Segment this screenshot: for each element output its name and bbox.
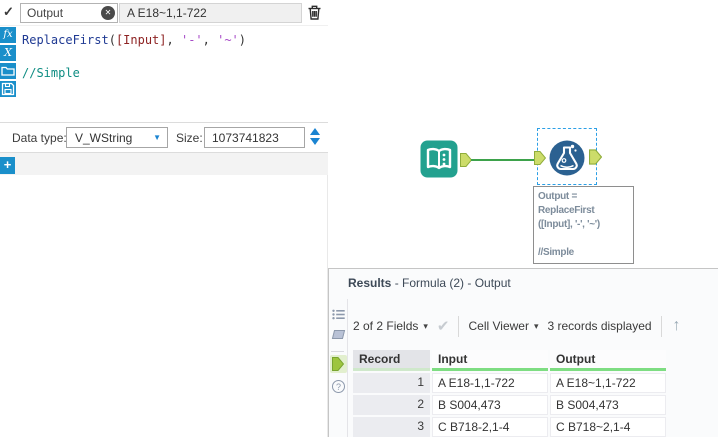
delete-expression-button[interactable] bbox=[306, 4, 323, 21]
annotation-line: ReplaceFirst bbox=[538, 205, 595, 216]
alteryx-designer-window: ✓ ✕ A E18~1,1-722 fx X bbox=[0, 0, 718, 437]
annotation-line: //Simple bbox=[538, 247, 574, 258]
save-disk-icon bbox=[1, 82, 15, 96]
results-title-bold: Results bbox=[348, 276, 392, 290]
field-token: [Input] bbox=[115, 33, 167, 47]
up-arrow-icon: ↑ bbox=[672, 317, 681, 334]
annotation-line bbox=[538, 232, 629, 246]
expression-header-row: ✓ ✕ A E18~1,1-722 bbox=[0, 0, 328, 26]
annotation-line: Output = bbox=[538, 191, 577, 202]
clear-field-icon[interactable]: ✕ bbox=[101, 6, 115, 20]
list-icon bbox=[332, 309, 345, 320]
results-title: Results - Formula (2) - Output bbox=[348, 276, 511, 290]
chevron-down-icon: ▼ bbox=[153, 133, 161, 142]
output-cell: A E18~1,1-722 bbox=[550, 373, 666, 393]
results-panel: Results - Formula (2) - Output ? 2 of 2 … bbox=[328, 268, 718, 437]
size-spinner[interactable] bbox=[309, 126, 323, 148]
data-type-row: Data type: V_WString ▼ Size: bbox=[0, 123, 328, 152]
cell-viewer-label: Cell Viewer bbox=[468, 319, 529, 333]
data-view-icon[interactable] bbox=[331, 330, 346, 339]
output-anchor[interactable] bbox=[589, 149, 603, 168]
output-cell: B S004,473 bbox=[550, 395, 666, 415]
data-type-dropdown[interactable]: V_WString ▼ bbox=[66, 127, 168, 148]
input-cell: A E18-1,1-722 bbox=[432, 373, 548, 393]
input-anchor[interactable] bbox=[534, 151, 547, 168]
connection-line bbox=[471, 159, 537, 161]
fields-dropdown-label: 2 of 2 Fields bbox=[353, 319, 419, 333]
add-expression-row: + bbox=[0, 153, 328, 175]
string-token: '~' bbox=[217, 33, 239, 47]
help-button[interactable]: ? bbox=[332, 380, 345, 393]
record-number-cell: 3 bbox=[353, 417, 430, 437]
expression-code-line: ReplaceFirst([Input], '-', '~') bbox=[22, 33, 246, 47]
add-expression-button[interactable]: + bbox=[0, 157, 15, 174]
column-header-record: Record bbox=[353, 350, 430, 371]
input-cell: B S004,473 bbox=[432, 395, 548, 415]
save-expression-button[interactable] bbox=[0, 81, 16, 97]
table-row: 1 A E18-1,1-722 A E18~1,1-722 bbox=[353, 373, 666, 393]
record-number-cell: 1 bbox=[353, 373, 430, 393]
open-expression-button[interactable] bbox=[0, 63, 16, 79]
divider bbox=[331, 351, 344, 352]
text-input-book-icon bbox=[420, 140, 458, 178]
table-row: 2 B S004,473 B S004,473 bbox=[353, 395, 666, 415]
input-cell: C B718-2,1-4 bbox=[432, 417, 548, 437]
workflow-canvas[interactable]: Output = ReplaceFirst ([Input], '-', '~'… bbox=[328, 0, 718, 268]
records-displayed-status: 3 records displayed bbox=[547, 319, 652, 333]
insert-variable-button[interactable]: X bbox=[0, 45, 16, 61]
fields-dropdown[interactable]: 2 of 2 Fields ▾ bbox=[353, 319, 428, 333]
open-folder-icon bbox=[1, 66, 15, 76]
annotation-line: ([Input], '-', '~') bbox=[538, 219, 600, 230]
output-anchor-selected[interactable] bbox=[330, 355, 347, 373]
record-number-cell: 2 bbox=[353, 395, 430, 415]
formula-configuration-panel: ✓ ✕ A E18~1,1-722 fx X bbox=[0, 0, 328, 437]
punct-token: ) bbox=[238, 33, 247, 47]
string-token: '-' bbox=[180, 33, 203, 47]
formula-expression-editor[interactable]: fx X ReplaceFirst([Input], '-', '~') //S… bbox=[0, 26, 328, 122]
punct-token: , bbox=[202, 33, 218, 47]
column-header-input: Input bbox=[432, 350, 548, 371]
expression-valid-check-icon: ✓ bbox=[3, 4, 14, 19]
column-header-output: Output bbox=[550, 350, 666, 371]
size-label: Size: bbox=[176, 131, 203, 145]
data-type-label: Data type: bbox=[12, 131, 67, 145]
expression-comment-line: //Simple bbox=[22, 66, 80, 80]
fx-icon: fx bbox=[3, 29, 13, 40]
cell-viewer-dropdown[interactable]: Cell Viewer ▾ bbox=[468, 319, 538, 333]
apply-check-icon: ✔ bbox=[436, 318, 450, 335]
variable-x-icon: X bbox=[4, 46, 12, 59]
tool-annotation[interactable]: Output = ReplaceFirst ([Input], '-', '~'… bbox=[533, 186, 634, 264]
results-toolbar: 2 of 2 Fields ▾ ✔ Cell Viewer ▾ 3 records … bbox=[353, 313, 681, 339]
output-anchor-icon bbox=[332, 357, 345, 371]
data-type-value: V_WString bbox=[75, 131, 133, 145]
formula-tool[interactable] bbox=[548, 139, 586, 177]
question-icon: ? bbox=[335, 382, 341, 392]
trash-icon bbox=[308, 5, 321, 20]
table-header-row: Record Input Output bbox=[353, 350, 666, 371]
output-cell: C B718~2,1-4 bbox=[550, 417, 666, 437]
insert-function-button[interactable]: fx bbox=[0, 27, 16, 43]
formula-flask-icon bbox=[549, 140, 585, 176]
output-anchor[interactable] bbox=[460, 153, 473, 170]
size-input[interactable] bbox=[204, 127, 305, 148]
caret-down-icon: ▾ bbox=[423, 320, 428, 331]
results-table: Record Input Output 1 A E18-1,1-722 A E1… bbox=[353, 350, 666, 437]
spinner-down-icon[interactable] bbox=[310, 138, 320, 145]
punct-token: ( bbox=[108, 33, 116, 47]
spinner-up-icon[interactable] bbox=[310, 128, 320, 135]
divider bbox=[458, 315, 460, 337]
divider bbox=[660, 315, 662, 337]
results-sidebar: ? bbox=[329, 299, 348, 437]
punct-token: , bbox=[166, 33, 181, 47]
expression-preview-value: A E18~1,1-722 bbox=[119, 3, 302, 23]
results-title-rest: - Formula (2) - Output bbox=[391, 276, 511, 290]
caret-down-icon: ▾ bbox=[533, 320, 539, 331]
function-token: ReplaceFirst bbox=[22, 33, 109, 47]
table-row: 3 C B718-2,1-4 C B718~2,1-4 bbox=[353, 417, 666, 437]
expand-panel-button[interactable]: ↑ bbox=[671, 317, 681, 335]
text-input-tool[interactable] bbox=[420, 140, 458, 178]
metadata-view-button[interactable] bbox=[332, 309, 345, 323]
